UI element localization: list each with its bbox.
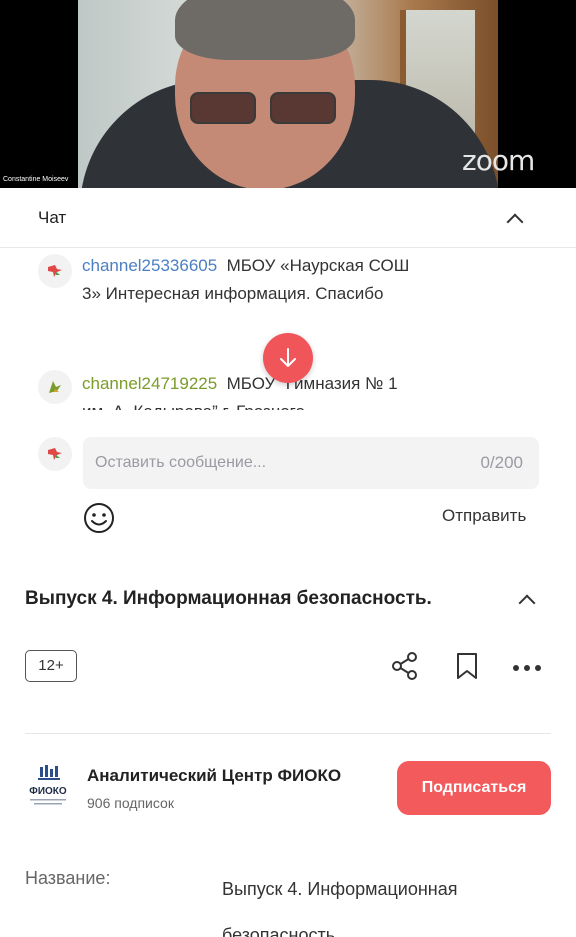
bird-icon [49,381,61,393]
episode-title: Выпуск 4. Информационная безопасность. [25,588,432,609]
chat-header[interactable]: Чат [0,188,576,248]
send-button[interactable]: Отправить [442,506,526,526]
more-options-icon[interactable] [512,660,542,678]
scroll-down-button[interactable] [263,333,313,383]
speaker-hair [175,0,355,60]
participant-name: Constantine Moiseev [3,176,69,183]
name-label: Название: [25,868,111,888]
bird-icon [48,448,62,460]
speaker-glasses [190,92,340,126]
emoji-icon[interactable] [83,502,115,539]
svg-text:ФИОКО: ФИОКО [29,786,67,797]
subscriber-count: 906 подписок [87,795,174,811]
user-avatar [38,370,72,404]
bookmark-icon[interactable] [455,652,479,685]
user-avatar [38,254,72,288]
channel-logo[interactable]: ФИОКО [22,763,74,815]
char-counter: 0/200 [480,453,523,472]
video-player[interactable]: Constantine Moiseev zoom [0,0,576,188]
chat-message: channel25336605 МБОУ «Наурская СОШ 3» Ин… [82,252,412,308]
chat-message: channel24719225 МБОУ “Гимназия № 1 им. А… [82,370,412,410]
subscribe-button[interactable]: Подписаться [397,761,551,815]
message-channel: channel24719225 [82,374,218,393]
message-input[interactable] [95,449,435,477]
message-channel: channel25336605 [82,256,218,275]
message-input-box[interactable]: 0/200 [83,437,539,489]
divider [25,733,551,734]
chat-messages[interactable]: channel25336605 МБОУ «Наурская СОШ 3» Ин… [0,248,576,410]
share-icon[interactable] [390,651,420,686]
my-avatar [38,437,72,471]
chevron-up-icon[interactable] [518,594,536,612]
chat-title: Чат [38,208,67,227]
bird-icon [48,265,62,277]
name-value: Выпуск 4. Информационная безопасность. [222,879,458,937]
channel-name[interactable]: Аналитический Центр ФИОКО [87,766,341,786]
arrow-down-icon [280,348,296,367]
chevron-up-icon[interactable] [506,213,524,231]
age-rating-badge: 12+ [25,650,77,682]
zoom-logo: zoom [462,144,535,177]
